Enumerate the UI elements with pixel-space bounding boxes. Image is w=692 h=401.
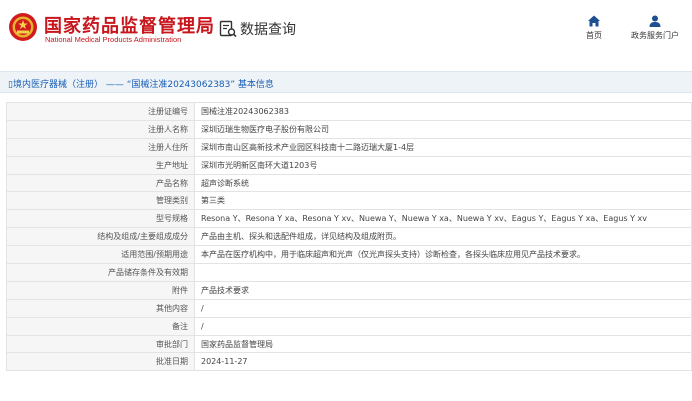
table-row: 产品名称 超声诊断系统 (6, 173, 692, 193)
detail-table-container: 注册证编号 国械注准20243062383 注册人名称 深圳迈瑞生物医疗电子股份有限公… (6, 102, 692, 372)
table-row: 注册人名称 深圳迈瑞生物医疗电子股份有限公司 (6, 119, 692, 139)
breadcrumb-bar: ▯境内医疗器械（注册） —— “国械注准20243062383” 基本信息 (0, 71, 692, 93)
table-row: 批准日期 2024-11-27 (6, 352, 692, 372)
field-value: 深圳迈瑞生物医疗电子股份有限公司 (194, 119, 692, 139)
breadcrumb: ▯境内医疗器械（注册） —— “国械注准20243062383” 基本信息 (8, 77, 274, 90)
field-value: 第三类 (194, 191, 692, 211)
field-label: 型号规格 (6, 209, 195, 229)
field-value: 国家药品监督管理局 (194, 334, 692, 354)
field-label: 管理类别 (6, 191, 195, 211)
field-value: / (194, 316, 692, 336)
field-label: 产品名称 (6, 173, 195, 193)
table-row: 结构及组成/主要组成成分 产品由主机、探头和选配件组成，详见结构及组成附页。 (6, 227, 692, 247)
field-label: 注册人名称 (6, 119, 195, 139)
table-row: 型号规格 Resona Y、Resona Y xa、Resona Y xv、Nue… (6, 209, 692, 229)
table-row: 生产地址 深圳市光明新区南环大道1203号 (6, 155, 692, 175)
nav-home-button[interactable]: 首页 (583, 14, 605, 41)
field-value: 深圳市光明新区南环大道1203号 (194, 155, 692, 175)
field-value: / (194, 298, 692, 318)
field-label: 注册人住所 (6, 137, 195, 157)
field-label: 注册证编号 (6, 102, 195, 121)
field-value: 产品技术要求 (194, 280, 692, 300)
field-label: 审批部门 (6, 334, 195, 354)
field-label: 附件 (6, 280, 195, 300)
table-row: 其他内容 / (6, 298, 692, 318)
table-row: 备注 / (6, 316, 692, 336)
breadcrumb-category-link[interactable]: 境内医疗器械（注册） (13, 80, 103, 90)
nav-home-label: 首页 (586, 31, 602, 40)
field-value: 国械注准20243062383 (194, 102, 692, 121)
detail-table: 注册证编号 国械注准20243062383 注册人名称 深圳迈瑞生物医疗电子股份有限公… (6, 102, 692, 372)
table-row: 注册证编号 国械注准20243062383 (6, 102, 692, 121)
table-row: 产品储存条件及有效期 (6, 263, 692, 282)
field-label: 备注 (6, 316, 195, 336)
field-label: 适用范围/预期用途 (6, 245, 195, 265)
field-label: 批准日期 (6, 352, 195, 372)
field-value (194, 263, 692, 282)
field-value: 超声诊断系统 (194, 173, 692, 193)
field-value: 深圳市南山区高新技术产业园区科技南十二路迈瑞大厦1-4层 (194, 137, 692, 157)
field-value: 产品由主机、探头和选配件组成，详见结构及组成附页。 (194, 227, 692, 247)
breadcrumb-separator: —— (105, 80, 124, 90)
field-value: 2024-11-27 (194, 352, 692, 372)
home-icon (588, 15, 600, 27)
breadcrumb-current: “国械注准20243062383” 基本信息 (126, 80, 274, 90)
org-name-en: National Medical Products Administration (45, 35, 182, 44)
data-query-label: 数据查询 (240, 22, 296, 38)
field-label: 结构及组成/主要组成成分 (6, 227, 195, 247)
user-icon (649, 15, 661, 27)
table-row: 附件 产品技术要求 (6, 280, 692, 300)
field-value: Resona Y、Resona Y xa、Resona Y xv、Nuewa Y… (194, 209, 692, 229)
nav-service-portal-label: 政务服务门户 (631, 31, 679, 40)
table-row: 适用范围/预期用途 本产品在医疗机构中，用于临床超声和光声（仅光声探头支持）诊断检… (6, 245, 692, 265)
nav-service-portal-button[interactable]: 政务服务门户 (628, 14, 682, 41)
table-row: 注册人住所 深圳市南山区高新技术产业园区科技南十二路迈瑞大厦1-4层 (6, 137, 692, 157)
field-label: 产品储存条件及有效期 (6, 263, 195, 282)
data-query-title: 数据查询 (218, 18, 296, 40)
national-emblem-icon (9, 13, 37, 41)
field-label: 其他内容 (6, 298, 195, 318)
field-value: 本产品在医疗机构中，用于临床超声和光声（仅光声探头支持）诊断检查，各探头临床应用… (194, 245, 692, 265)
table-row: 管理类别 第三类 (6, 191, 692, 211)
table-row: 审批部门 国家药品监督管理局 (6, 334, 692, 354)
document-search-icon (219, 20, 237, 38)
site-header: 国家药品监督管理局 National Medical Products Admi… (0, 0, 692, 62)
field-label: 生产地址 (6, 155, 195, 175)
